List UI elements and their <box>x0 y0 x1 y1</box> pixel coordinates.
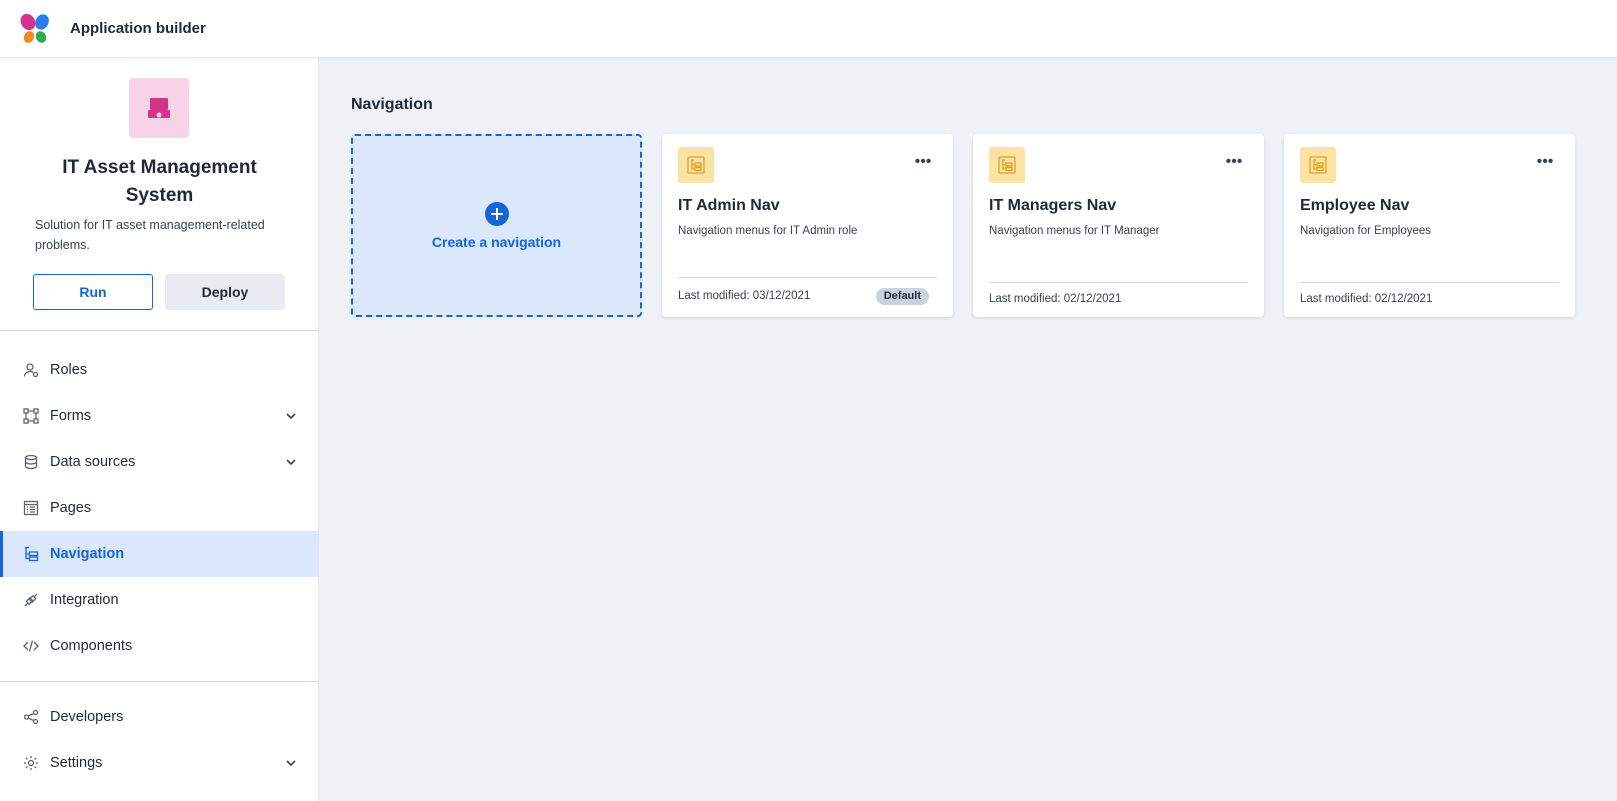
more-options-icon[interactable]: ••• <box>1535 152 1555 172</box>
database-icon <box>23 454 39 470</box>
navigation-icon <box>23 546 39 562</box>
chevron-down-icon[interactable] <box>283 408 299 424</box>
app-description: Solution for IT asset management-related… <box>35 218 265 252</box>
sidebar-item-pages[interactable]: Pages <box>0 485 319 531</box>
pages-icon <box>23 500 39 516</box>
card-last-modified: Last modified: 02/12/2021 <box>1300 293 1433 305</box>
sidebar: IT Asset Management System Solution for … <box>0 58 319 801</box>
app-name: IT Asset Management System <box>62 157 257 206</box>
sidebar-item-data-sources[interactable]: Data sources <box>0 439 319 485</box>
sidebar-item-label: Pages <box>50 500 92 516</box>
sidebar-item-label: Data sources <box>50 454 136 470</box>
sidebar-item-components[interactable]: Components <box>0 623 319 669</box>
card-description: Navigation for Employees <box>1300 225 1432 237</box>
developers-icon <box>23 709 39 725</box>
card-last-modified: Last modified: 02/12/2021 <box>989 293 1122 305</box>
sidebar-item-label: Integration <box>50 592 119 608</box>
sidebar-item-settings[interactable]: Settings <box>0 740 319 786</box>
card-divider <box>678 277 937 278</box>
card-title: Employee Nav <box>1300 197 1410 214</box>
code-icon <box>23 638 39 654</box>
card-description: Navigation menus for IT Manager <box>989 225 1160 237</box>
sidebar-item-label: Developers <box>50 709 124 725</box>
top-bar: Application builder <box>0 0 1617 58</box>
default-badge: Default <box>875 288 929 305</box>
sidebar-item-developers[interactable]: Developers <box>0 694 319 740</box>
navigation-card-it-admin[interactable]: ••• IT Admin Nav Navigation menus for IT… <box>662 134 953 317</box>
create-navigation-label: Create a navigation <box>431 233 562 250</box>
deploy-button[interactable]: Deploy <box>165 274 285 310</box>
navigation-icon <box>678 147 714 183</box>
card-title: IT Managers Nav <box>989 197 1117 214</box>
roles-icon <box>23 362 39 378</box>
navigation-card-employee[interactable]: ••• Employee Nav Navigation for Employee… <box>1284 134 1575 317</box>
chevron-down-icon[interactable] <box>283 454 299 470</box>
sidebar-item-label: Navigation <box>50 546 125 562</box>
card-last-modified: Last modified: 03/12/2021 <box>678 290 811 302</box>
navigation-icon <box>989 147 1025 183</box>
sidebar-item-navigation[interactable]: Navigation <box>0 531 319 577</box>
integration-icon <box>23 592 39 608</box>
navigation-icon <box>1300 147 1336 183</box>
sidebar-item-integration[interactable]: Integration <box>0 577 319 623</box>
forms-icon <box>23 408 39 424</box>
app-builder-title: Application builder <box>70 20 206 37</box>
butterfly-logo-icon[interactable] <box>18 12 52 46</box>
run-button[interactable]: Run <box>33 274 153 310</box>
navigation-card-it-managers[interactable]: ••• IT Managers Nav Navigation menus for… <box>973 134 1264 317</box>
create-navigation-card[interactable]: Create a navigation <box>351 134 642 317</box>
card-description: Navigation menus for IT Admin role <box>678 225 858 237</box>
sidebar-item-roles[interactable]: Roles <box>0 347 319 393</box>
more-options-icon[interactable]: ••• <box>1224 152 1244 172</box>
laptop-icon <box>129 78 189 138</box>
card-divider <box>1300 282 1559 283</box>
gear-icon <box>23 755 39 771</box>
page-title: Navigation <box>351 96 433 113</box>
card-divider <box>989 282 1248 283</box>
sidebar-item-forms[interactable]: Forms <box>0 393 319 439</box>
sidebar-divider <box>0 681 319 682</box>
card-title: IT Admin Nav <box>678 197 780 214</box>
sidebar-item-label: Roles <box>50 362 88 378</box>
chevron-down-icon[interactable] <box>283 755 299 771</box>
plus-circle-icon <box>484 201 509 226</box>
sidebar-item-label: Components <box>50 638 133 654</box>
sidebar-item-label: Forms <box>50 408 92 424</box>
sidebar-divider <box>0 330 319 331</box>
more-options-icon[interactable]: ••• <box>913 152 933 172</box>
sidebar-item-label: Settings <box>50 755 103 771</box>
